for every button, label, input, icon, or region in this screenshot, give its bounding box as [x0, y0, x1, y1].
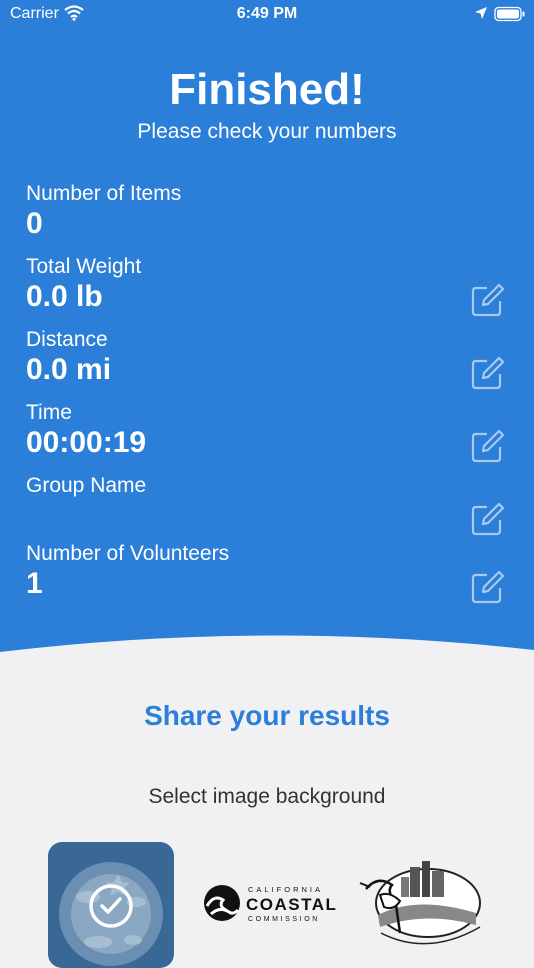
edit-volunteers-button[interactable] [470, 569, 506, 605]
coastal-commission-logo: CALIFORNIA COASTAL COMMISSION [204, 885, 336, 923]
battery-icon [494, 6, 526, 27]
edit-weight-button[interactable] [470, 282, 506, 318]
share-results-heading: Share your results [144, 700, 390, 731]
number-of-volunteers-value: 1 [26, 567, 43, 600]
total-weight-stat: Total Weight 0.0 lb [26, 254, 141, 314]
number-of-volunteers-stat: Number of Volunteers 1 [26, 541, 229, 601]
summary-panel: Carrier 6:49 PM Finished! Please check y… [0, 0, 534, 700]
background-option-creek-connections[interactable] [356, 855, 490, 950]
logo-line-3: COMMISSION [248, 916, 320, 923]
edit-group-name-button[interactable] [470, 501, 506, 537]
number-of-volunteers-label: Number of Volunteers [26, 542, 230, 565]
status-time: 6:49 PM [236, 5, 298, 22]
edit-icon [471, 570, 505, 604]
distance-value: 0.0 mi [26, 353, 112, 386]
number-of-items-value: 0 [26, 207, 43, 240]
total-weight-value: 0.0 lb [26, 280, 103, 313]
total-weight-label: Total Weight [26, 255, 142, 278]
background-option-coastal-commission[interactable]: CALIFORNIA COASTAL COMMISSION [196, 868, 336, 928]
group-name-label: Group Name [26, 474, 147, 497]
distance-label: Distance [26, 328, 108, 351]
edit-icon [471, 502, 505, 536]
time-stat: Time 00:00:19 [26, 400, 146, 460]
time-label: Time [26, 401, 72, 424]
edit-distance-button[interactable] [470, 355, 506, 391]
logo-line-2: COASTAL [246, 895, 336, 914]
edit-icon [471, 429, 505, 463]
logo-line-1: CALIFORNIA [248, 885, 323, 894]
background-option-marine-life[interactable] [48, 842, 174, 968]
page-title: Finished! [169, 65, 365, 114]
marine-life-illustration [59, 862, 163, 966]
edit-icon [471, 283, 505, 317]
time-value: 00:00:19 [26, 426, 147, 459]
edit-time-button[interactable] [470, 428, 506, 464]
number-of-items-label: Number of Items [26, 182, 182, 205]
select-background-label: Select image background [148, 785, 386, 808]
group-name-stat: Group Name [26, 473, 146, 499]
creek-connections-logo [359, 861, 481, 945]
distance-stat: Distance 0.0 mi [26, 327, 111, 387]
page-subtitle: Please check your numbers [137, 120, 397, 143]
edit-icon [471, 356, 505, 390]
number-of-items-stat: Number of Items 0 [26, 181, 181, 241]
location-arrow-icon [474, 6, 488, 25]
status-bar: Carrier 6:49 PM [0, 0, 534, 30]
